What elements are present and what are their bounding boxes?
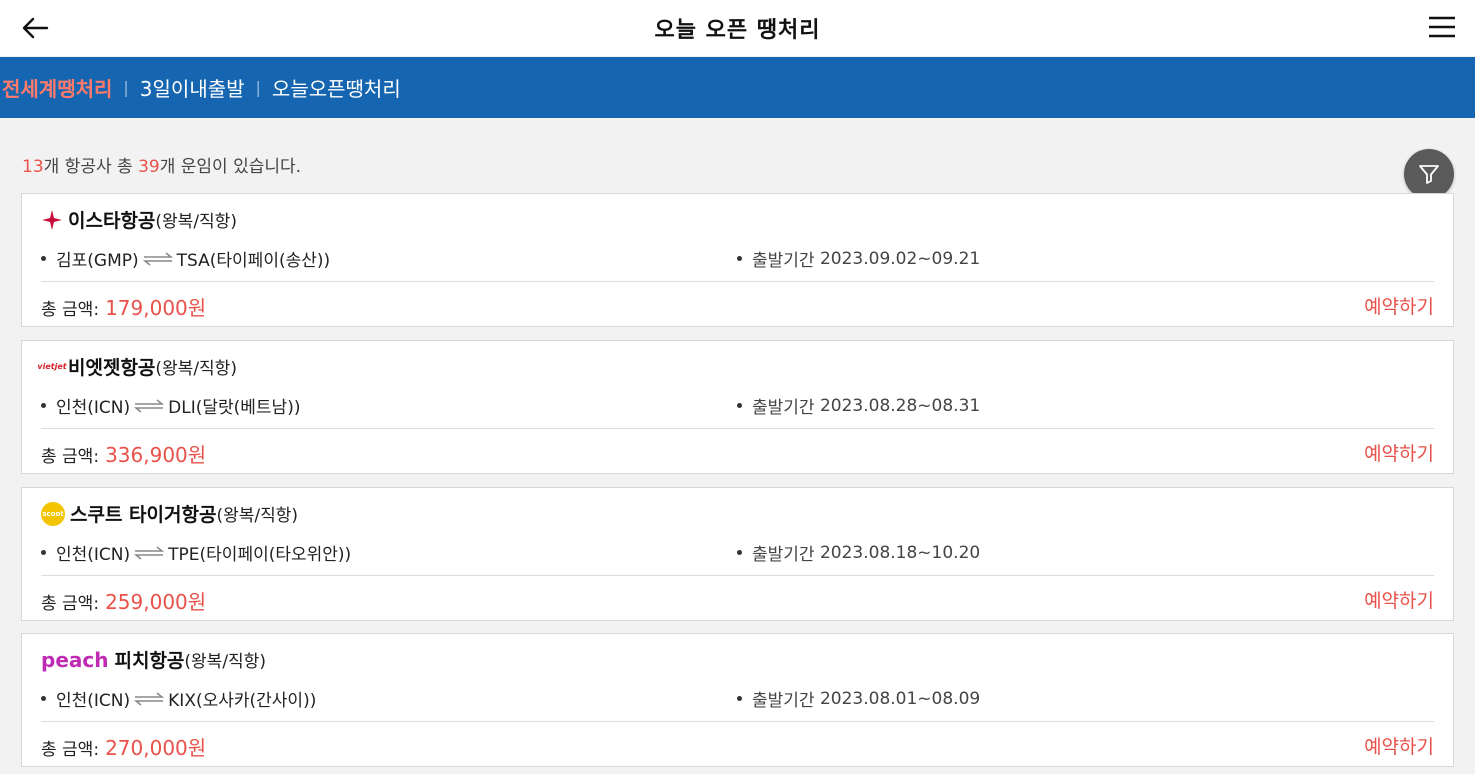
tab-separator: | [255, 78, 261, 97]
period-label: 출발기간 [752, 251, 815, 271]
destination: DLI(달랏(베트남)) [168, 398, 301, 418]
departure-period: 출발기간 2023.08.01~08.09 [737, 686, 980, 711]
fares-count: 39 [138, 157, 160, 177]
fares-text: 개 운임이 있습니다. [159, 157, 302, 177]
tab-worldwide-deals[interactable]: 전세계땡처리 [2, 73, 112, 102]
origin: 인천(ICN) [56, 545, 131, 565]
destination: TPE(타이페이(타오위안)) [168, 545, 352, 565]
price-label: 총 금액: [41, 740, 100, 760]
back-button[interactable] [20, 12, 52, 44]
reserve-button[interactable]: 예약하기 [1364, 732, 1434, 759]
scoot-logo-icon: scoot [41, 501, 65, 526]
departure-period: 출발기간 2023.08.28~08.31 [737, 393, 980, 418]
period-label: 출발기간 [752, 398, 815, 418]
reserve-button[interactable]: 예약하기 [1364, 439, 1434, 466]
price-value: 259,000원 [105, 590, 207, 614]
bullet [737, 256, 742, 261]
eastar-star-icon [41, 209, 63, 231]
round-trip-arrows-icon [134, 398, 165, 413]
period-value: 2023.09.02~09.21 [819, 248, 981, 269]
app-header: 오늘 오픈 땡처리 [0, 0, 1475, 56]
trip-type: (왕복/직항) [184, 652, 266, 672]
route: 인천(ICN) TPE(타이페이(타오위안)) [41, 540, 351, 565]
card-title: 이스타항공 (왕복/직항) [41, 206, 237, 233]
bullet [41, 550, 46, 555]
airline-name: 스쿠트 타이거항공 [70, 504, 217, 526]
airlines-text: 개 항공사 총 [43, 157, 139, 177]
trip-type: (왕복/직항) [155, 359, 237, 379]
card-title: scoot 스쿠트 타이거항공 (왕복/직항) [41, 500, 298, 527]
route: 인천(ICN) KIX(오사카(간사이)) [41, 686, 316, 711]
bullet [41, 403, 46, 408]
period-value: 2023.08.18~10.20 [819, 542, 981, 563]
bullet [41, 256, 46, 261]
period-label: 출발기간 [752, 691, 815, 711]
airlines-count: 13 [22, 157, 44, 177]
menu-button[interactable] [1427, 12, 1457, 42]
tab-depart-within-3-days[interactable]: 3일이내출발 [140, 73, 245, 102]
departure-period: 출발기간 2023.08.18~10.20 [737, 540, 980, 565]
price-value: 179,000원 [105, 296, 207, 320]
route: 김포(GMP) TSA(타이페이(송산)) [41, 246, 330, 271]
fare-card: 이스타항공 (왕복/직항) 김포(GMP) TSA(타이페이(송산)) 출발기간… [21, 193, 1454, 327]
trip-type: (왕복/직항) [155, 212, 237, 232]
total-price: 총 금액: 259,000원 [41, 586, 206, 615]
total-price: 총 금액: 179,000원 [41, 292, 206, 321]
fare-card: scoot 스쿠트 타이거항공 (왕복/직항) 인천(ICN) TPE(타이페이… [21, 487, 1454, 621]
round-trip-arrows-icon [142, 251, 173, 266]
fare-card: peach 피치항공 (왕복/직항) 인천(ICN) KIX(오사카(간사이))… [21, 633, 1454, 767]
departure-period: 출발기간 2023.09.02~09.21 [737, 246, 980, 271]
origin: 인천(ICN) [56, 691, 131, 711]
total-price: 총 금액: 270,000원 [41, 732, 206, 761]
tab-today-open-deals[interactable]: 오늘오픈땡처리 [272, 73, 401, 102]
destination: KIX(오사카(간사이)) [168, 691, 317, 711]
price-value: 336,900원 [105, 443, 207, 467]
total-price: 총 금액: 336,900원 [41, 439, 206, 468]
period-value: 2023.08.28~08.31 [819, 395, 981, 416]
tab-separator: | [123, 78, 129, 97]
price-label: 총 금액: [41, 447, 100, 467]
trip-type: (왕복/직항) [216, 506, 299, 526]
reserve-button[interactable]: 예약하기 [1364, 586, 1434, 613]
airline-name: 이스타항공 [68, 210, 156, 232]
fare-card: vietjet 비엣젯항공 (왕복/직항) 인천(ICN) DLI(달랏(베트남… [21, 340, 1454, 474]
divider [41, 575, 1434, 576]
bullet [737, 550, 742, 555]
filter-button[interactable] [1404, 149, 1454, 199]
hamburger-menu-icon [1429, 16, 1455, 38]
origin: 인천(ICN) [56, 398, 131, 418]
bullet [41, 696, 46, 701]
period-label: 출발기간 [752, 545, 815, 565]
period-value: 2023.08.01~08.09 [819, 688, 981, 709]
price-label: 총 금액: [41, 300, 100, 320]
airline-name: 비엣젯항공 [68, 357, 156, 379]
round-trip-arrows-icon [134, 545, 165, 560]
bullet [737, 696, 742, 701]
route: 인천(ICN) DLI(달랏(베트남)) [41, 393, 300, 418]
filter-funnel-icon [1419, 165, 1439, 184]
origin: 김포(GMP) [56, 251, 139, 271]
destination: TSA(타이페이(송산)) [176, 251, 331, 271]
bullet [737, 403, 742, 408]
divider [41, 281, 1434, 282]
reserve-button[interactable]: 예약하기 [1364, 292, 1434, 319]
card-title: peach 피치항공 (왕복/직항) [41, 646, 266, 673]
divider [41, 428, 1434, 429]
result-summary: 13개 항공사 총 39개 운임이 있습니다. [22, 152, 301, 177]
vietjet-logo-icon: vietjet [37, 362, 67, 371]
category-tabs: 전세계땡처리 | 3일이내출발 | 오늘오픈땡처리 [0, 57, 1475, 118]
page-title: 오늘 오픈 땡처리 [654, 18, 821, 43]
peach-logo-icon: peach [41, 647, 109, 672]
round-trip-arrows-icon [134, 691, 165, 706]
card-title: vietjet 비엣젯항공 (왕복/직항) [37, 353, 237, 380]
divider [41, 721, 1434, 722]
airline-name: 피치항공 [114, 650, 185, 672]
price-label: 총 금액: [41, 594, 100, 614]
price-value: 270,000원 [105, 736, 207, 760]
arrow-left-icon [22, 17, 49, 39]
